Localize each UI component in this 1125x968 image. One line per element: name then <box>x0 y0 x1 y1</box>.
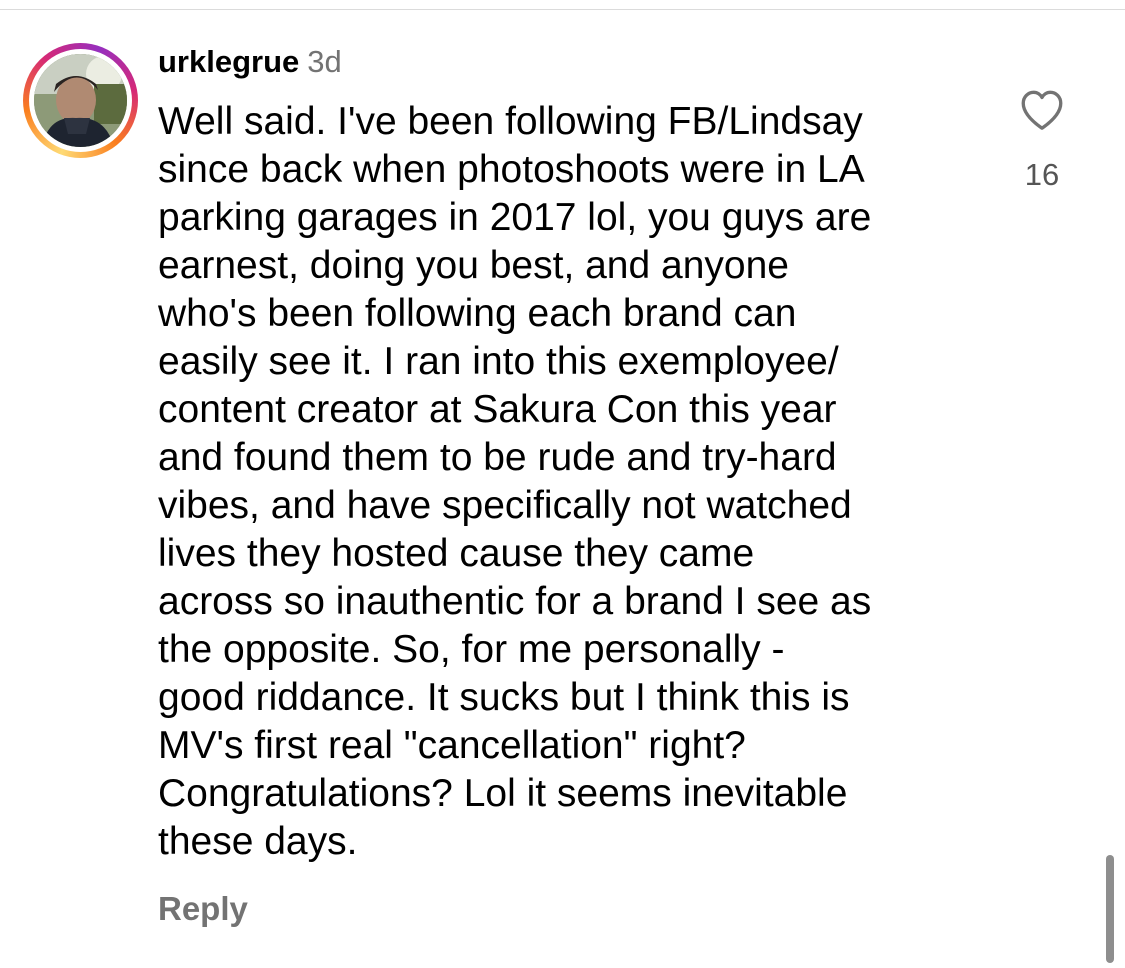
timestamp: 3d <box>307 44 342 79</box>
profile-photo-icon <box>34 54 127 147</box>
reply-button[interactable]: Reply <box>158 890 248 928</box>
username[interactable]: urklegrue <box>158 44 299 79</box>
comment-header: urklegrue 3d <box>158 44 342 84</box>
like-count: 16 <box>1024 157 1060 192</box>
avatar[interactable] <box>34 54 127 147</box>
comment: urklegrue 3d Well said. I've been followi… <box>0 0 1125 968</box>
avatar-story-ring[interactable] <box>23 43 138 158</box>
scrollbar[interactable] <box>1106 855 1114 963</box>
like-column: 16 <box>1000 85 1084 193</box>
comment-text: Well said. I've been following FB/Lindsa… <box>158 100 872 863</box>
heart-outline-icon[interactable] <box>1017 85 1067 135</box>
